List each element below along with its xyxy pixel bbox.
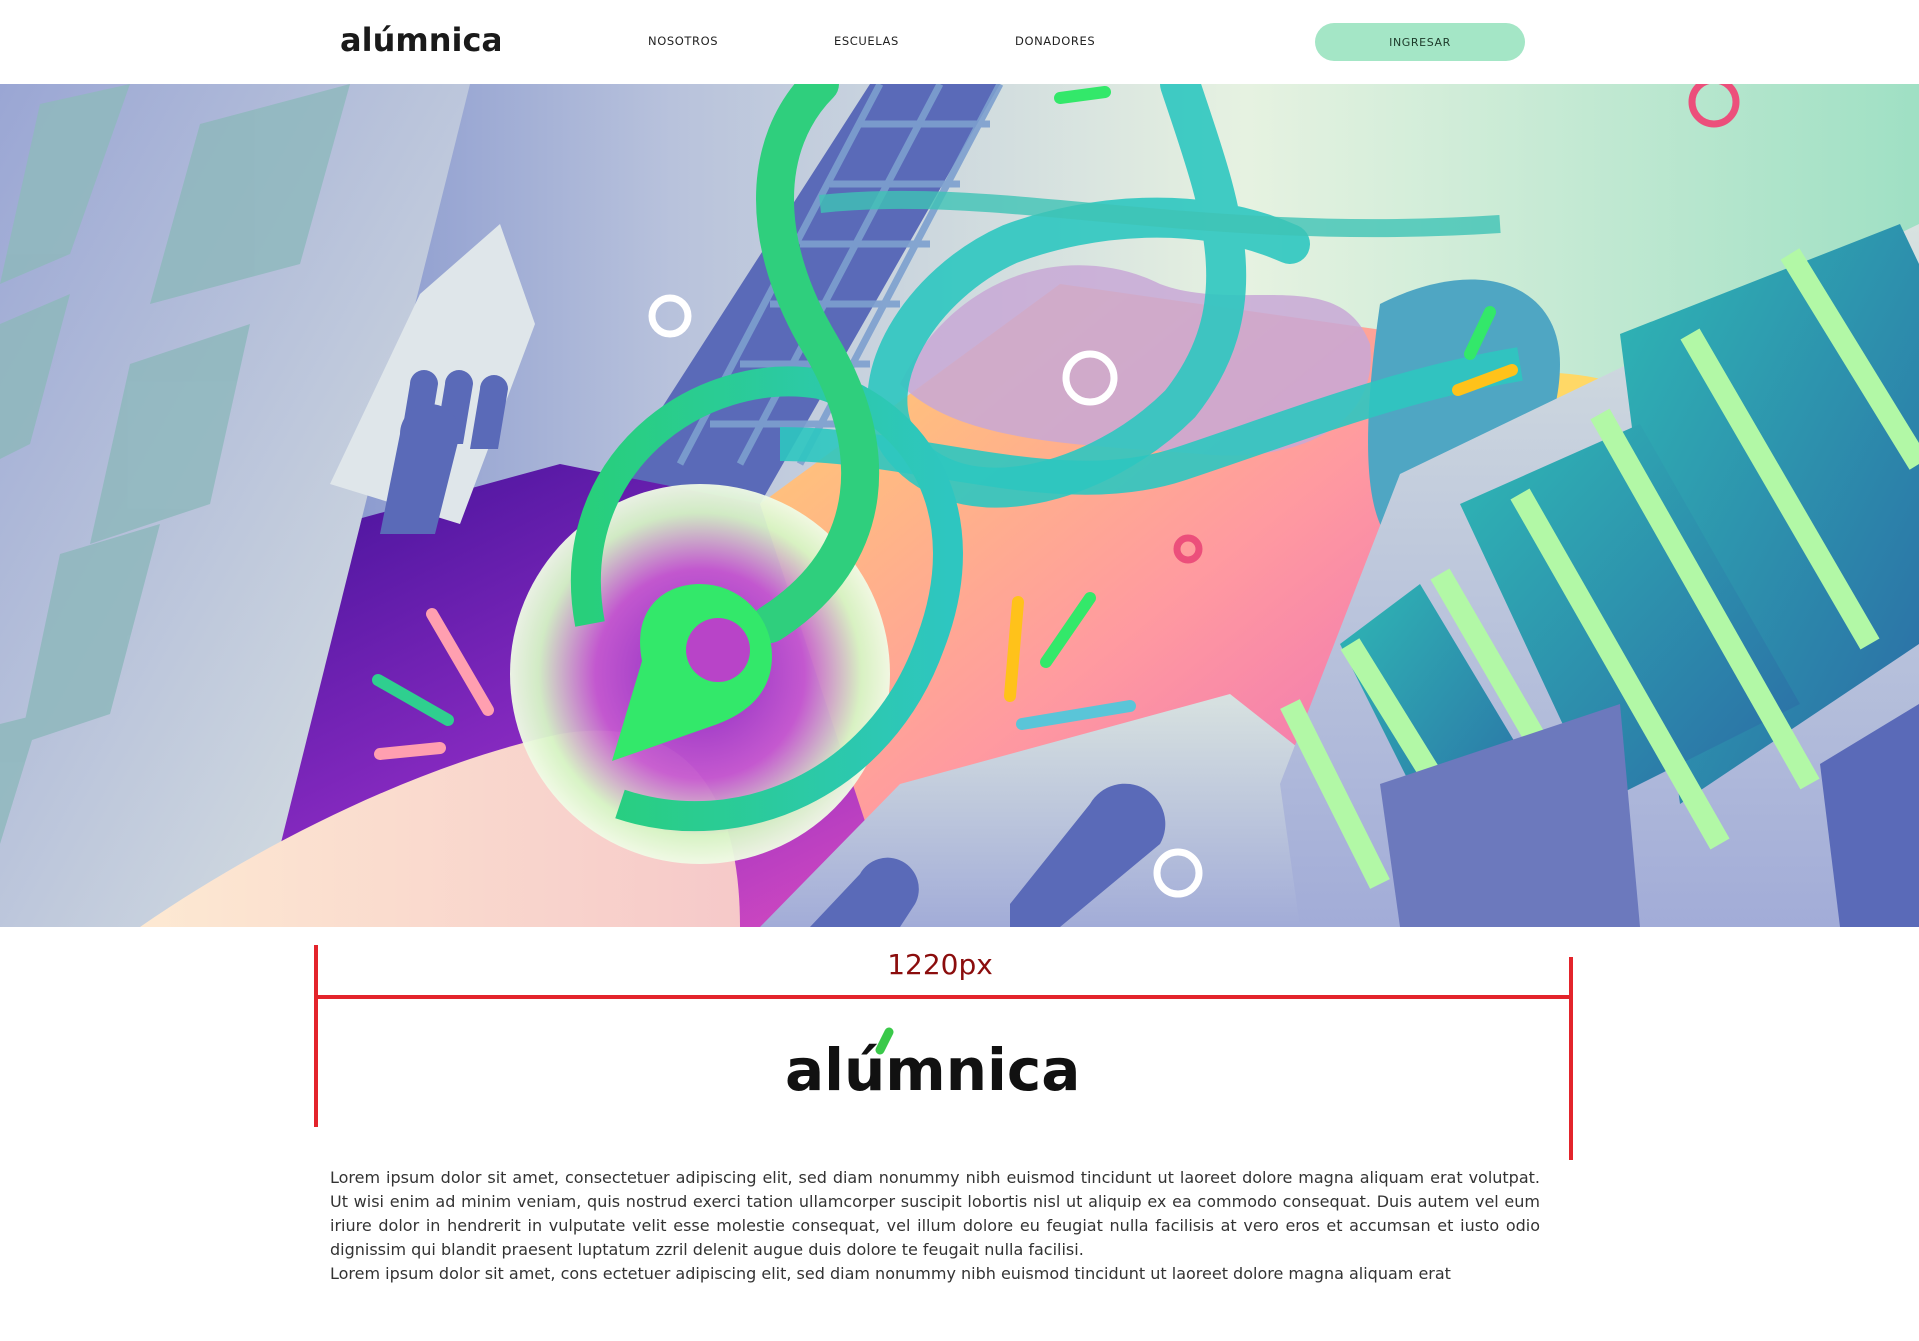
nav-item-nosotros[interactable]: NOSOTROS xyxy=(648,34,718,48)
alumnica-logo[interactable]: alúmnica xyxy=(340,17,500,57)
body-paragraph-2: Lorem ipsum dolor sit amet, cons ectetue… xyxy=(330,1264,1451,1283)
hero-illustration xyxy=(0,84,1919,927)
body-text: Lorem ipsum dolor sit amet, consectetuer… xyxy=(330,1166,1540,1286)
logo-large-text: alúmnica xyxy=(785,1036,1080,1104)
nav-item-donadores[interactable]: DONADORES xyxy=(1015,34,1095,48)
alumnica-logo-large: alúmnica xyxy=(785,1027,1080,1104)
hero-artwork xyxy=(0,84,1919,927)
site-header: alúmnica NOSOTROS ESCUELAS DONADORES ING… xyxy=(0,0,1919,84)
body-paragraph: Lorem ipsum dolor sit amet, consectetuer… xyxy=(330,1168,1540,1259)
nav-item-escuelas[interactable]: ESCUELAS xyxy=(834,34,899,48)
measure-label: 1220px xyxy=(887,948,993,981)
login-button[interactable]: INGRESAR xyxy=(1315,23,1525,61)
logo-text: alúmnica xyxy=(340,21,500,57)
